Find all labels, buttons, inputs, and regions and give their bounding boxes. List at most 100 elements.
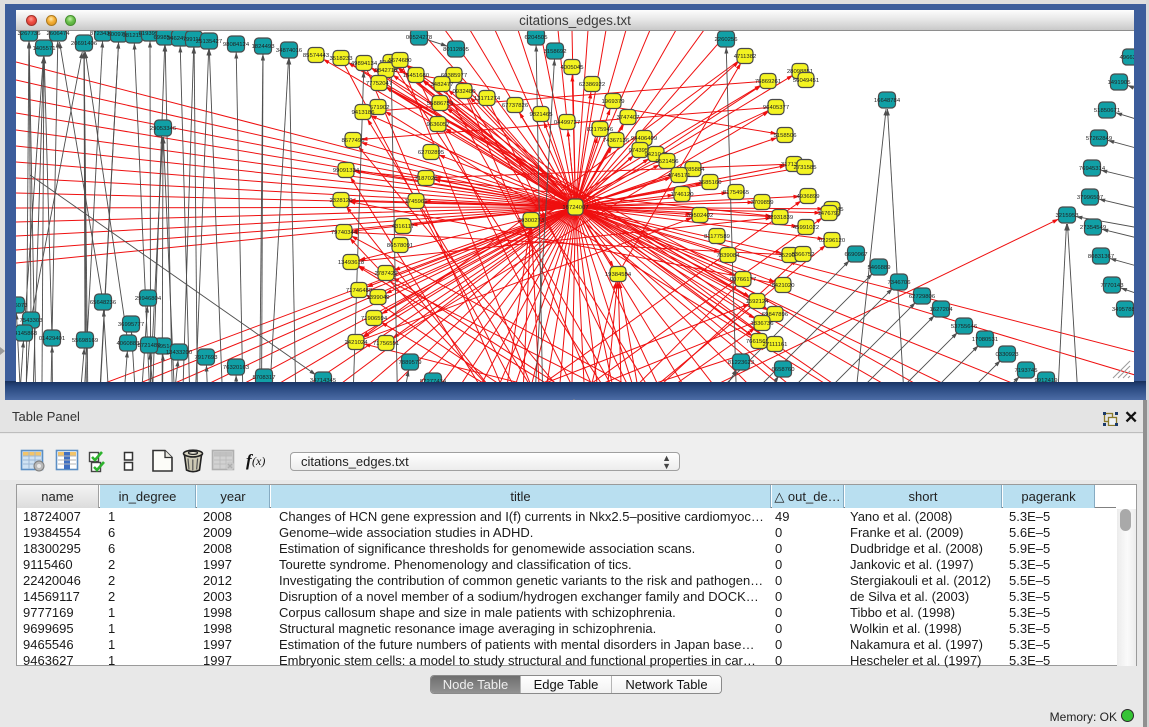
svg-text:8721489: 8721489: [138, 343, 161, 349]
svg-text:00524278: 00524278: [406, 35, 433, 41]
svg-text:34874016: 34874016: [276, 48, 303, 54]
svg-text:1405571: 1405571: [33, 46, 56, 52]
svg-text:4005045: 4005045: [561, 65, 585, 71]
svg-text:8366752: 8366752: [792, 252, 815, 258]
svg-text:99091334: 99091334: [333, 168, 360, 174]
svg-text:75869261: 75869261: [755, 79, 781, 85]
svg-text:1399049: 1399049: [367, 295, 390, 301]
svg-text:13493618: 13493618: [338, 260, 365, 266]
svg-text:4936899: 4936899: [797, 194, 820, 200]
svg-text:7346706: 7346706: [888, 280, 912, 286]
svg-text:19384554: 19384554: [605, 272, 632, 278]
svg-text:3685160: 3685160: [699, 180, 723, 186]
svg-text:5674680: 5674680: [389, 58, 413, 64]
svg-text:2606474: 2606474: [47, 31, 71, 37]
svg-text:6690967: 6690967: [845, 252, 868, 258]
svg-text:62702895: 62702895: [418, 150, 445, 156]
svg-text:0932480: 0932480: [453, 89, 477, 95]
svg-text:(x): (x): [252, 454, 265, 468]
svg-text:15451680: 15451680: [403, 73, 430, 79]
svg-text:29053346: 29053346: [150, 126, 177, 132]
svg-text:65648236: 65648236: [90, 300, 117, 306]
svg-text:3482477: 3482477: [431, 82, 454, 88]
svg-text:49894134: 49894134: [351, 61, 378, 67]
svg-text:45991022: 45991022: [793, 225, 819, 231]
svg-text:62729806: 62729806: [909, 294, 936, 300]
svg-text:67737826: 67737826: [502, 103, 529, 109]
svg-text:71756551: 71756551: [373, 341, 399, 347]
svg-text:77752047: 77752047: [366, 81, 392, 87]
svg-text:2787429: 2787429: [375, 271, 398, 277]
svg-text:34714345: 34714345: [310, 378, 337, 382]
svg-text:1745961: 1745961: [405, 199, 428, 205]
svg-text:27111161: 27111161: [763, 342, 788, 348]
svg-text:20691406: 20691406: [71, 41, 98, 47]
svg-text:16648784: 16648784: [874, 98, 901, 104]
svg-text:13433200: 13433200: [166, 350, 193, 356]
svg-text:25135427: 25135427: [196, 39, 222, 45]
svg-text:1627204: 1627204: [930, 307, 954, 313]
svg-text:80831367: 80831367: [1088, 254, 1114, 260]
svg-text:8708317: 8708317: [253, 375, 276, 381]
svg-text:3267736: 3267736: [18, 31, 42, 37]
svg-text:7193745: 7193745: [1015, 368, 1039, 374]
svg-text:9912419: 9912419: [1035, 378, 1058, 382]
svg-text:7889579: 7889579: [399, 360, 422, 366]
svg-text:82175946: 82175946: [587, 127, 614, 133]
svg-text:9413186: 9413186: [352, 110, 376, 116]
svg-text:54145868: 54145868: [16, 331, 38, 337]
svg-text:9636057: 9636057: [427, 122, 450, 128]
svg-text:1592124: 1592124: [746, 299, 770, 305]
svg-text:9821465: 9821465: [530, 112, 554, 118]
svg-text:1836736: 1836736: [751, 321, 775, 327]
svg-text:98084124: 98084124: [223, 42, 250, 48]
svg-text:81177589: 81177589: [704, 234, 730, 240]
svg-text:87277434: 87277434: [420, 379, 447, 382]
svg-text:02296120: 02296120: [819, 238, 846, 244]
svg-text:1476797: 1476797: [818, 211, 841, 217]
svg-text:81754965: 81754965: [723, 190, 750, 196]
svg-text:32931839: 32931839: [767, 215, 793, 221]
svg-text:74367136: 74367136: [603, 138, 630, 144]
svg-text:2260256: 2260256: [715, 37, 739, 43]
svg-text:29946804: 29946804: [135, 296, 162, 302]
svg-text:37996507: 37996507: [1077, 195, 1103, 201]
svg-text:01429401: 01429401: [39, 336, 65, 342]
svg-text:17080531: 17080531: [972, 337, 998, 343]
svg-text:3158692: 3158692: [544, 49, 567, 55]
svg-text:04499727: 04499727: [554, 120, 580, 126]
svg-text:86578091: 86578091: [387, 243, 413, 249]
svg-text:81223623: 81223623: [728, 360, 755, 366]
svg-text:71906594: 71906594: [361, 316, 388, 322]
svg-text:85574443: 85574443: [303, 53, 330, 59]
svg-text:3215953: 3215953: [1056, 213, 1080, 219]
svg-text:7187026: 7187026: [415, 176, 439, 182]
svg-text:6204505: 6204505: [525, 35, 549, 41]
svg-text:57262849: 57262849: [1086, 136, 1112, 142]
svg-text:56049451: 56049451: [793, 78, 819, 84]
svg-text:27354549: 27354549: [1080, 225, 1106, 231]
svg-text:0842710: 0842710: [375, 68, 399, 74]
svg-text:34957885: 34957885: [1112, 307, 1134, 313]
svg-text:94406409: 94406409: [631, 136, 657, 142]
svg-text:7839084: 7839084: [717, 253, 741, 259]
svg-text:39502402: 39502402: [687, 213, 713, 219]
svg-text:4745171: 4745171: [668, 173, 691, 179]
svg-text:3709859: 3709859: [751, 200, 774, 206]
svg-text:1746120: 1746120: [671, 192, 695, 198]
svg-text:1491905: 1491905: [1108, 80, 1132, 86]
svg-text:4316117: 4316117: [392, 224, 415, 230]
svg-text:76945314: 76945314: [1079, 166, 1106, 172]
svg-text:3747407: 3747407: [617, 115, 640, 121]
svg-text:80112805: 80112805: [443, 47, 469, 53]
svg-text:36995777: 36995777: [118, 322, 144, 328]
svg-text:76320163: 76320163: [223, 365, 250, 371]
svg-text:96405377: 96405377: [763, 105, 789, 111]
svg-text:55886753: 55886753: [427, 101, 454, 107]
svg-text:7543303: 7543303: [20, 318, 44, 324]
svg-text:1824493: 1824493: [252, 44, 276, 50]
svg-text:71746488: 71746488: [346, 288, 373, 294]
svg-text:0330923: 0330923: [996, 352, 1020, 358]
svg-text:4216073: 4216073: [16, 303, 28, 309]
svg-text:79740344: 79740344: [331, 230, 358, 236]
